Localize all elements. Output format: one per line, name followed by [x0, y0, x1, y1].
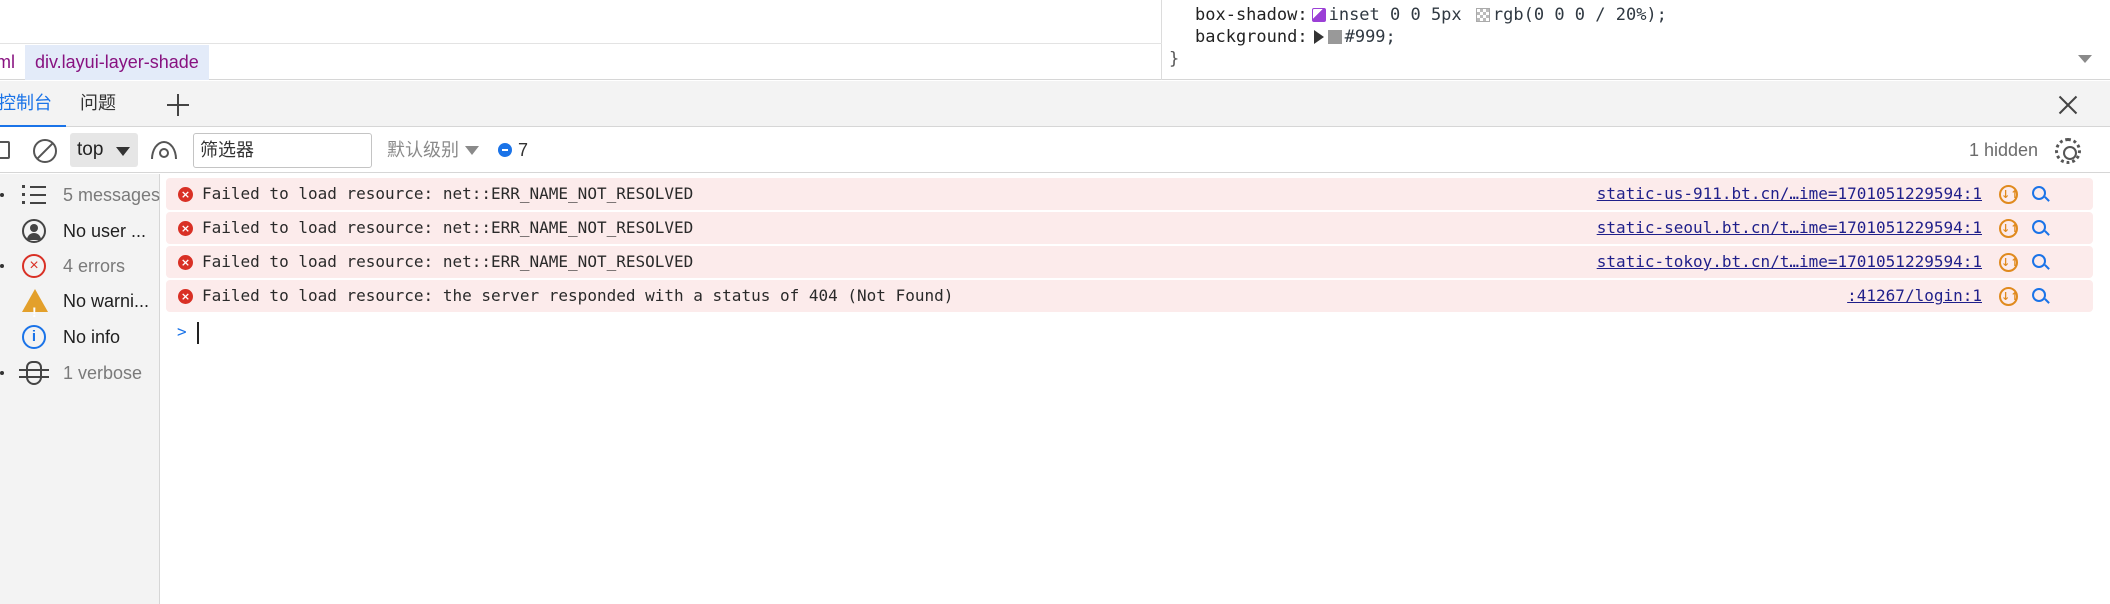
sidebar-item-user-messages[interactable]: No user ...	[0, 213, 160, 249]
network-request-icon[interactable]: ↓↑	[1999, 287, 2019, 306]
color-swatch-icon[interactable]	[1475, 8, 1490, 22]
bug-icon	[19, 361, 49, 385]
sidebar-item-label: 1 verbose	[63, 363, 143, 383]
gear-icon[interactable]	[2055, 138, 2081, 164]
css-value[interactable]: #999;	[1345, 27, 1396, 47]
context-selector[interactable]: top	[70, 133, 138, 167]
elements-panel: ml div.layui-layer-shade box-shadow: inse…	[0, 0, 2110, 80]
search-icon[interactable]	[2032, 288, 2046, 302]
message-source-link[interactable]: static-tokoy.bt.cn/t…ime=1701051229594:1	[1597, 246, 1982, 278]
styles-pane: box-shadow: inset 0 0 5px rgb(0 0 0 / 20%…	[1163, 0, 2110, 80]
console-error-row[interactable]: × Failed to load resource: the server re…	[166, 280, 2093, 312]
live-expression-eye-icon[interactable]	[151, 141, 177, 159]
sidebar-item-label: No warni...	[63, 291, 150, 311]
info-icon: i	[22, 325, 46, 349]
context-selector-value: top	[77, 139, 104, 160]
error-icon: ×	[178, 289, 193, 304]
network-request-icon[interactable]: ↓↑	[1999, 219, 2019, 238]
search-icon[interactable]	[2032, 254, 2046, 268]
clear-console-icon[interactable]	[33, 139, 57, 163]
css-rule-background: background: #999;	[1195, 26, 1396, 48]
sidebar-item-messages[interactable]: 5 messages	[0, 177, 160, 213]
list-icon	[22, 183, 46, 207]
sidebar-item-label: No info	[63, 327, 121, 347]
sidebar-item-label: 5 messages	[63, 185, 161, 205]
css-property-name[interactable]: box-shadow:	[1195, 5, 1308, 25]
breadcrumb-item-html[interactable]: ml	[0, 45, 25, 80]
add-tab-plus-icon[interactable]	[163, 90, 193, 120]
network-request-icon[interactable]: ↓↑	[1999, 253, 2019, 272]
console-error-row[interactable]: × Failed to load resource: net::ERR_NAME…	[166, 212, 2093, 244]
message-source-link[interactable]: static-seoul.bt.cn/t…ime=1701051229594:1	[1597, 212, 1982, 244]
css-value[interactable]: rgb(0 0 0 / 20%);	[1493, 5, 1667, 25]
filter-input[interactable]	[193, 133, 372, 168]
console-toolbar: top 默认级别 7 1 hidden	[0, 128, 2110, 173]
tab-console[interactable]: 控制台	[0, 81, 66, 127]
css-rule-box-shadow: box-shadow: inset 0 0 5px rgb(0 0 0 / 20%…	[1195, 4, 1667, 26]
message-source-link[interactable]: :41267/login:1	[1847, 280, 1982, 312]
expand-arrow-icon[interactable]	[0, 193, 4, 197]
breadcrumb: ml div.layui-layer-shade	[0, 43, 1162, 80]
search-icon[interactable]	[2032, 220, 2046, 234]
expand-arrow-icon[interactable]	[0, 371, 4, 375]
css-property-name[interactable]: background:	[1195, 27, 1308, 47]
log-levels-label: 默认级别	[387, 140, 459, 160]
issues-count: 7	[518, 140, 529, 160]
issue-message-icon	[498, 143, 512, 157]
drawer-tab-bar: 控制台 问题	[0, 81, 2110, 127]
css-value[interactable]: inset 0 0 5px	[1329, 5, 1462, 25]
log-levels-dropdown[interactable]: 默认级别	[387, 128, 479, 173]
close-icon[interactable]	[2054, 91, 2082, 119]
breadcrumb-item-selected[interactable]: div.layui-layer-shade	[25, 44, 209, 80]
sidebar-item-warnings[interactable]: No warni...	[0, 283, 160, 330]
console-sidebar: 5 messages No user ... × 4 errors No war…	[0, 174, 160, 604]
sidebar-item-label: No user ...	[63, 221, 147, 241]
console-message-text: Failed to load resource: net::ERR_NAME_N…	[202, 218, 694, 237]
sidebar-item-label: 4 errors	[63, 256, 126, 276]
css-closing-brace: }	[1169, 49, 1180, 69]
network-request-icon[interactable]: ↓↑	[1999, 185, 2019, 204]
console-message-text: Failed to load resource: the server resp…	[202, 286, 954, 305]
console-input-cursor[interactable]	[197, 322, 199, 344]
color-swatch-icon[interactable]	[1327, 30, 1342, 44]
console-prompt-chevron-icon: >	[177, 322, 187, 341]
console-error-row[interactable]: × Failed to load resource: net::ERR_NAME…	[166, 178, 2093, 210]
console-message-text: Failed to load resource: net::ERR_NAME_N…	[202, 184, 694, 203]
expand-triangle-icon[interactable]	[1313, 30, 1324, 44]
hidden-messages-count: 1 hidden	[1969, 140, 2039, 160]
error-icon: ×	[22, 254, 46, 278]
expand-arrow-icon[interactable]	[0, 264, 4, 268]
chevron-down-icon	[465, 146, 479, 155]
scroll-down-icon[interactable]	[2078, 55, 2092, 63]
warning-icon	[22, 289, 48, 330]
user-icon	[22, 219, 46, 243]
shadow-editor-icon[interactable]	[1311, 8, 1326, 22]
eye-pupil	[159, 148, 169, 158]
issues-counter[interactable]: 7	[498, 128, 528, 173]
chevron-down-icon	[116, 147, 130, 156]
tab-issues[interactable]: 问题	[80, 81, 120, 127]
error-icon: ×	[178, 187, 193, 202]
error-icon: ×	[178, 255, 193, 270]
message-source-link[interactable]: static-us-911.bt.cn/…ime=1701051229594:1	[1597, 178, 1982, 210]
console-error-row[interactable]: × Failed to load resource: net::ERR_NAME…	[166, 246, 2093, 278]
sidebar-item-info[interactable]: i No info	[0, 319, 160, 355]
error-icon: ×	[178, 221, 193, 236]
elements-dom-area: ml div.layui-layer-shade	[0, 0, 1162, 80]
sidebar-item-errors[interactable]: × 4 errors	[0, 248, 160, 284]
console-message-text: Failed to load resource: net::ERR_NAME_N…	[202, 252, 694, 271]
sidebar-toggle-icon[interactable]	[0, 141, 10, 159]
search-icon[interactable]	[2032, 186, 2046, 200]
sidebar-item-verbose[interactable]: 1 verbose	[0, 355, 160, 391]
console-messages: × Failed to load resource: net::ERR_NAME…	[161, 174, 2110, 604]
